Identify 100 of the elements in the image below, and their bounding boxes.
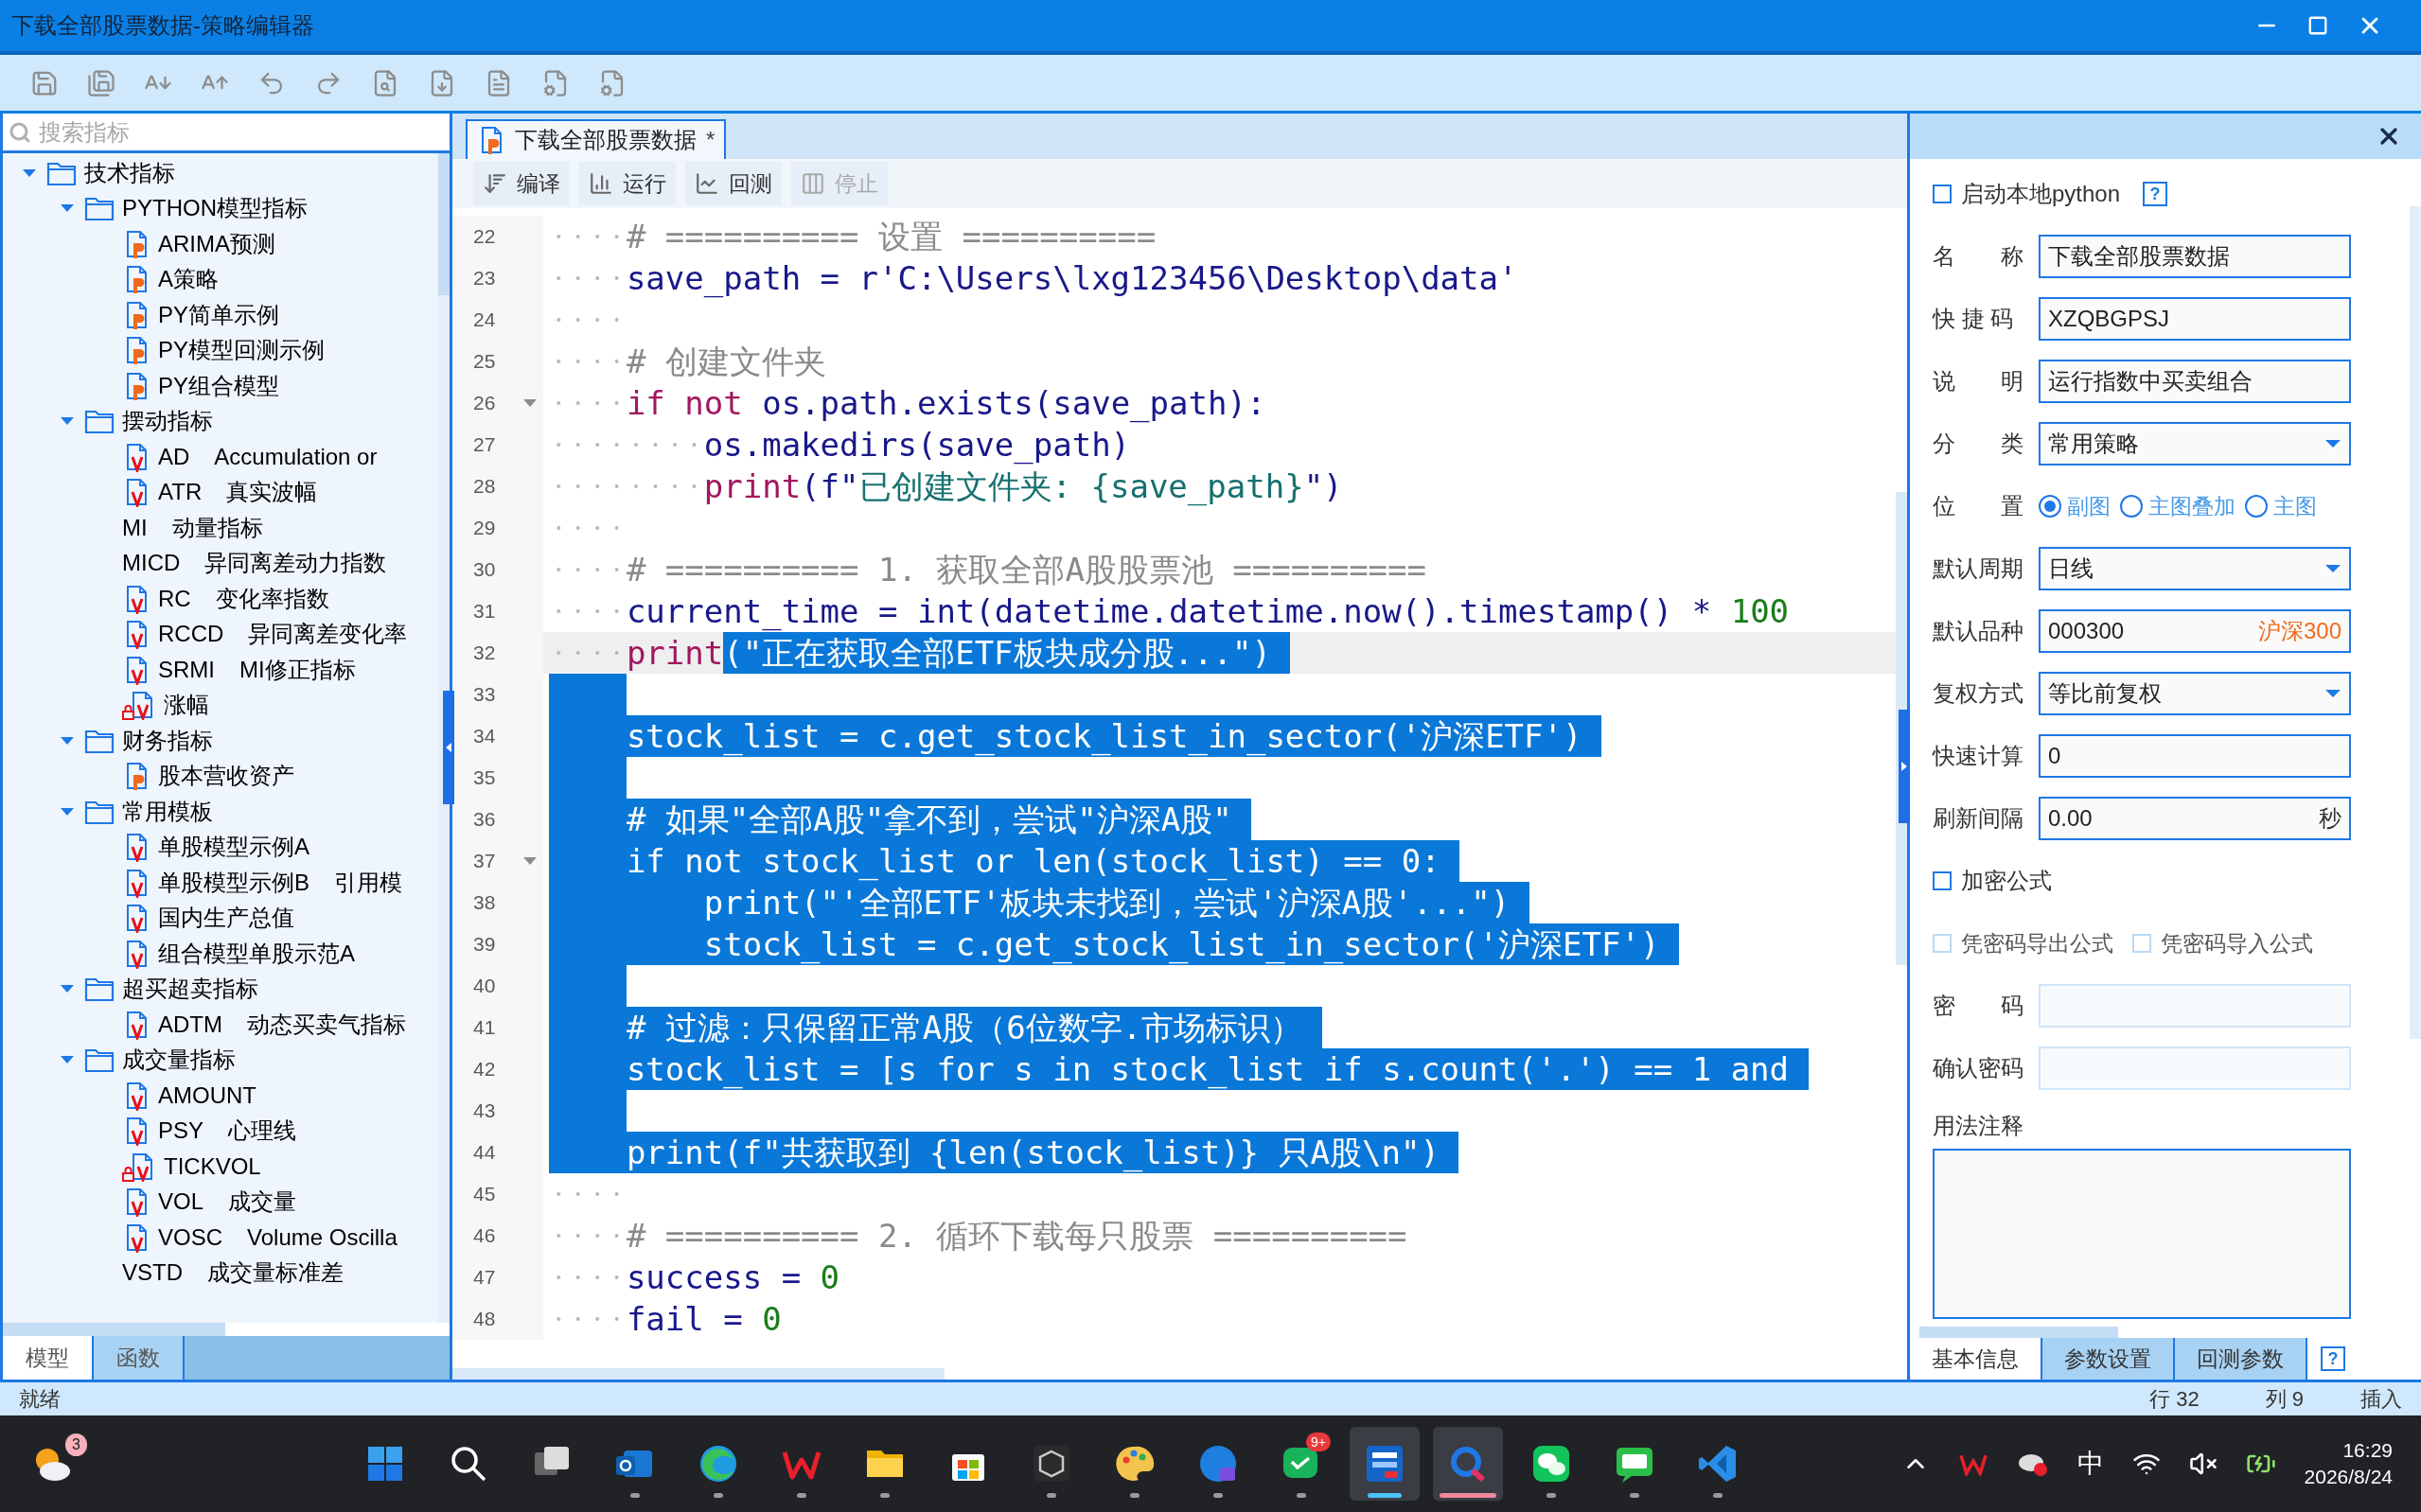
code-keyword: if not xyxy=(626,840,743,882)
tree-item-label[interactable]: VSTD xyxy=(122,1256,183,1291)
horizontal-scrollbar[interactable] xyxy=(3,1323,450,1336)
panel-tab[interactable]: 模型 xyxy=(3,1336,94,1380)
notification-badge: 9+ xyxy=(1306,1433,1331,1451)
save-all-icon[interactable] xyxy=(87,68,115,97)
cube-icon[interactable] xyxy=(1031,1443,1072,1485)
help-button[interactable]: ? xyxy=(2321,1346,2345,1371)
tree-item-label[interactable]: 股本营收资产 xyxy=(158,759,294,794)
radio-button[interactable] xyxy=(2039,495,2061,518)
fold-arrow-icon[interactable] xyxy=(522,856,538,866)
toolbar-button[interactable]: 运行 xyxy=(579,162,676,205)
tree-item-label[interactable]: ATR xyxy=(158,475,203,510)
splitter-handle[interactable] xyxy=(1899,710,1910,823)
checkbox[interactable] xyxy=(1933,871,1952,890)
collapse-arrow-icon[interactable] xyxy=(60,1055,75,1065)
tree-item-description: MI修正指标 xyxy=(239,655,356,684)
symbol-name: 沪深300 xyxy=(2257,617,2341,645)
chat-bubbles-icon[interactable] xyxy=(1530,1443,1572,1485)
app-tile-icon[interactable] xyxy=(1364,1443,1405,1485)
maximize-icon[interactable] xyxy=(2307,15,2328,36)
radio-button[interactable] xyxy=(2120,495,2143,518)
notification-badge: 3 xyxy=(65,1433,87,1456)
tree-item-label[interactable]: PSY xyxy=(158,1114,204,1149)
tree-item-label[interactable]: MI xyxy=(122,510,148,545)
collapse-arrow-icon[interactable] xyxy=(22,167,37,178)
tree-item-label[interactable]: 组合模型单股示范A xyxy=(158,936,355,971)
tree-item-label[interactable]: ADTM xyxy=(158,1007,222,1042)
tree-item-label[interactable]: PY组合模型 xyxy=(158,368,279,403)
editor-tab[interactable]: 下载全部股票数据 * xyxy=(466,119,727,159)
tree-item-label[interactable]: PY简单示例 xyxy=(158,297,279,332)
browser-icon[interactable] xyxy=(698,1443,739,1485)
dropdown[interactable]: 日线 xyxy=(2039,547,2351,590)
tree-item-label[interactable]: SRMI xyxy=(158,652,215,687)
tree-item-label[interactable]: MICD xyxy=(122,546,181,581)
panel-tab[interactable]: 参数设置 xyxy=(2042,1338,2175,1380)
tree-item-label[interactable]: AMOUNT xyxy=(158,1078,256,1113)
line-number: 28 xyxy=(473,474,496,500)
line-number: 35 xyxy=(473,765,496,791)
notes-field[interactable] xyxy=(1933,1149,2351,1319)
collapse-arrow-icon[interactable] xyxy=(60,735,75,746)
tree-item-label[interactable]: 摆动指标 xyxy=(122,404,213,439)
tree-item-label[interactable]: 国内生产总值 xyxy=(158,901,294,936)
status-message: 就绪 xyxy=(19,1386,61,1413)
browser-icon[interactable] xyxy=(1197,1443,1239,1485)
tree-item-label[interactable]: 单股模型示例B xyxy=(158,865,309,900)
panel-tab[interactable]: 函数 xyxy=(94,1336,185,1380)
toolbar-button[interactable]: 回测 xyxy=(685,162,782,205)
tree-item-label[interactable]: 单股模型示例A xyxy=(158,830,309,865)
line-indicator: 行 32 xyxy=(2149,1386,2200,1413)
help-button[interactable]: ? xyxy=(2143,182,2168,206)
radio-button[interactable] xyxy=(2245,495,2268,518)
tree-item-label[interactable]: RCCD xyxy=(158,617,224,652)
tree-item-label[interactable]: 涨幅 xyxy=(164,688,209,723)
line-number: 32 xyxy=(473,641,496,666)
text-field[interactable]: 运行指数中买卖组合 xyxy=(2039,360,2351,403)
collapse-arrow-icon[interactable] xyxy=(60,806,75,817)
tree-item-label[interactable]: PYTHON模型指标 xyxy=(122,191,308,226)
code-comment: # 如果"全部A股"拿不到，尝试"沪深A股" xyxy=(626,799,1252,840)
toolbar-button[interactable]: 编译 xyxy=(473,162,570,205)
input-method[interactable]: 中 xyxy=(2076,1444,2104,1484)
tree-item-label[interactable]: PY模型回测示例 xyxy=(158,333,325,368)
text-field[interactable]: 000300 沪深300 xyxy=(2039,609,2351,653)
dropdown[interactable]: 常用策略 xyxy=(2039,422,2351,466)
dropdown[interactable]: 等比前复权 xyxy=(2039,672,2351,715)
arrow-right-icon xyxy=(1901,762,1907,771)
text-field[interactable]: 0.00 秒 xyxy=(2039,797,2351,840)
clock-time[interactable]: 16:29 xyxy=(2342,1437,2393,1464)
text-field[interactable]: 0 xyxy=(2039,734,2351,778)
checkbox[interactable] xyxy=(1933,185,1952,203)
line-number: 43 xyxy=(473,1099,496,1124)
tree-item-label[interactable]: A策略 xyxy=(158,262,219,297)
line-number: 48 xyxy=(473,1307,496,1332)
tree-item-label[interactable]: RC xyxy=(158,581,191,616)
code-name: os.path.exists(save_path): xyxy=(761,382,1266,424)
tree-item-label[interactable]: 常用模板 xyxy=(122,794,213,829)
collapse-arrow-icon[interactable] xyxy=(60,203,75,214)
line-number: 22 xyxy=(473,224,496,250)
code-name: (f" xyxy=(801,466,859,507)
code-keyword: print xyxy=(626,632,724,674)
tree-item-label[interactable]: AD xyxy=(158,439,190,474)
text-field[interactable]: XZQBGPSJ xyxy=(2039,297,2351,341)
tree-item-label[interactable]: VOL xyxy=(158,1185,204,1220)
tree-item-label[interactable]: 财务指标 xyxy=(122,723,213,758)
tree-item-label[interactable]: TICKVOL xyxy=(164,1149,261,1184)
text-field[interactable]: 下载全部股票数据 xyxy=(2039,235,2351,278)
tree-item-label[interactable]: 成交量指标 xyxy=(122,1043,236,1078)
line-number: 37 xyxy=(473,849,496,874)
collapse-arrow-icon[interactable] xyxy=(60,416,75,427)
splitter-handle[interactable] xyxy=(443,691,454,804)
clock-date[interactable]: 2026/8/24 xyxy=(2304,1464,2393,1490)
tree-item-label[interactable]: VOSC xyxy=(158,1220,222,1255)
fold-arrow-icon[interactable] xyxy=(522,398,538,408)
tree-item-label[interactable]: 技术指标 xyxy=(84,155,175,190)
collapse-arrow-icon[interactable] xyxy=(60,984,75,994)
folder-icon xyxy=(84,195,115,222)
code-editor-icon[interactable] xyxy=(1697,1443,1739,1485)
panel-tab[interactable]: 回测参数 xyxy=(2175,1338,2307,1380)
tree-item-label[interactable]: ARIMA预测 xyxy=(158,226,275,261)
tree-item-label[interactable]: 超买超卖指标 xyxy=(122,972,258,1007)
